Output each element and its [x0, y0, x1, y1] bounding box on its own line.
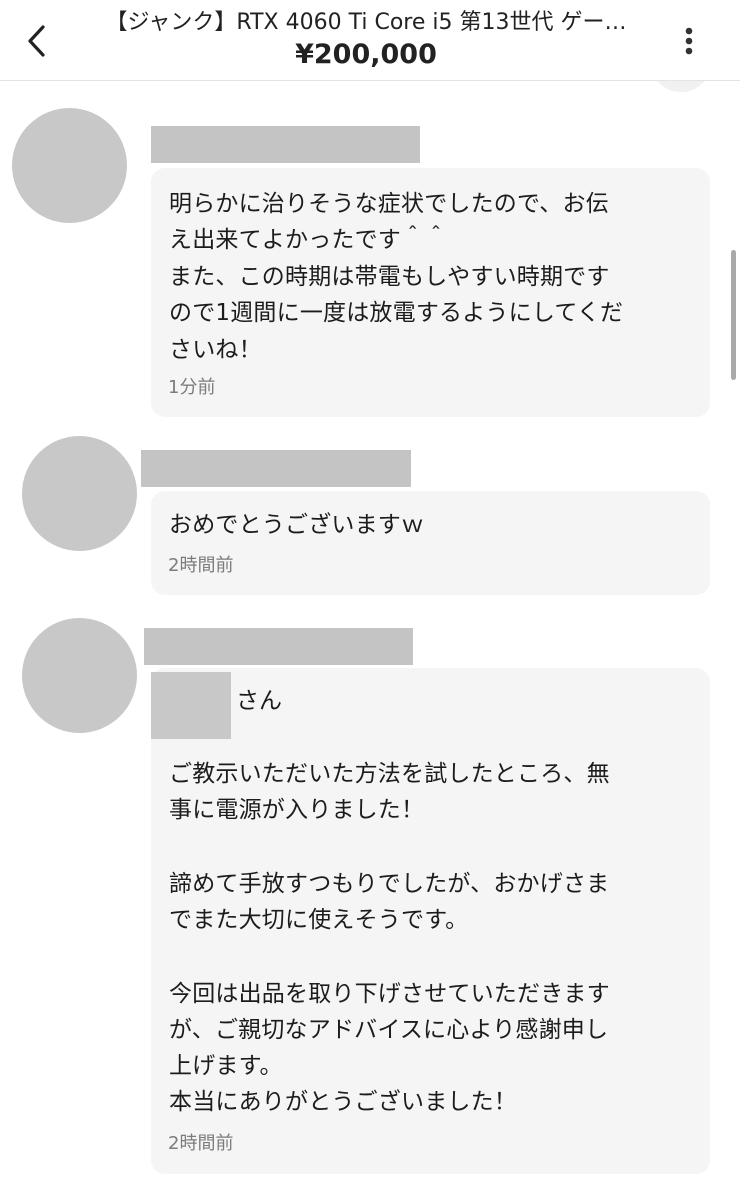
comment-timestamp: 2時間前 [168, 1133, 234, 1154]
comment-line: ので1週間に一度は放電するようにしてくだ [169, 300, 624, 326]
comment-line: 上げます。 [169, 1053, 283, 1079]
item-price: ¥200,000 [295, 39, 437, 70]
comment-timestamp: 1分前 [168, 377, 216, 398]
comment-bubble: おめでとうございますｗ 2時間前 [151, 491, 710, 595]
comment-line: 諦めて手放すつもりでしたが、おかげさま [169, 871, 610, 897]
comment-line: え出来てよかったです＾＾ [169, 227, 448, 253]
more-vertical-icon [685, 27, 693, 55]
comment-line: 明らかに治りそうな症状でしたので、お伝 [169, 191, 609, 217]
item-title: 【ジャンク】RTX 4060 Ti Core i5 第13世代 ゲー… [105, 10, 627, 35]
comment-line: 事に電源が入りました！ [169, 797, 425, 823]
comment-line: でまた大切に使えそうです。 [169, 907, 469, 933]
redacted-username [144, 628, 413, 665]
redacted-mention [151, 672, 231, 739]
comment-line: 今回は出品を取り下げさせていただきます [169, 981, 610, 1007]
more-options-button[interactable] [666, 18, 712, 64]
scrollbar-thumb[interactable] [731, 250, 736, 380]
comment-line: ご教示いただいた方法を試したところ、無 [169, 761, 610, 787]
avatar[interactable] [22, 436, 137, 551]
comment-bubble: さん ご教示いただいた方法を試したところ、無 事に電源が入りました！ 諦めて手放… [151, 668, 710, 1174]
comment-line: さいね！ [169, 337, 262, 363]
comment-line: が、ご親切なアドバイスに心より感謝申し [169, 1017, 609, 1043]
redacted-username [141, 450, 411, 487]
comment-line: おめでとうございますｗ [169, 512, 425, 538]
comment-line: 本当にありがとうございました！ [169, 1089, 517, 1115]
redacted-username [151, 126, 420, 163]
avatar[interactable] [22, 618, 137, 733]
mention-suffix: さん [236, 688, 282, 714]
comment-line: また、この時期は帯電もしやすい時期です [169, 264, 610, 290]
back-button[interactable] [14, 18, 60, 64]
chevron-left-icon [28, 25, 45, 57]
avatar[interactable] [12, 108, 127, 223]
comment-timestamp: 2時間前 [168, 555, 234, 576]
item-header: 【ジャンク】RTX 4060 Ti Core i5 第13世代 ゲー… ¥200… [0, 0, 740, 81]
comment-bubble: 明らかに治りそうな症状でしたので、お伝 え出来てよかったです＾＾ また、この時期… [151, 168, 710, 417]
